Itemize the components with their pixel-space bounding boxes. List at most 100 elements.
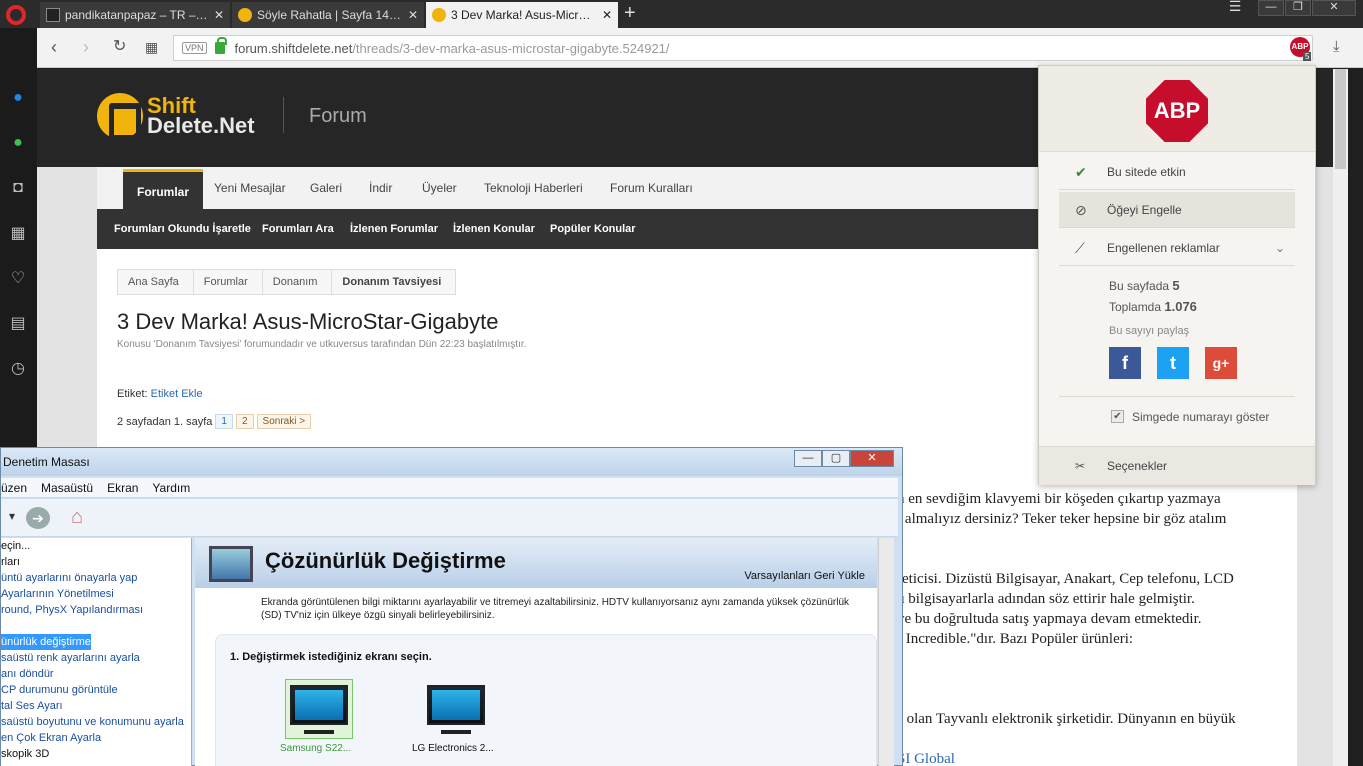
address-bar[interactable]: VPN forum.shiftdelete.net/threads/3-dev-… <box>173 35 1313 61</box>
abp-share-label: Bu sayıyı paylaş <box>1109 325 1190 337</box>
lock-icon[interactable] <box>214 37 227 54</box>
tabs-grid-icon[interactable]: ▦ <box>145 38 158 56</box>
monitor-base <box>441 730 471 734</box>
nav-uyeler[interactable]: Üyeler <box>422 167 457 209</box>
facebook-share-icon[interactable]: f <box>1109 347 1141 379</box>
next-page-link[interactable]: Sonraki > <box>256 414 312 429</box>
pagination: 2 sayfadan 1. sayfa 1 2 Sonraki > <box>117 414 312 429</box>
task-item[interactable]: tal Ses Ayarı <box>1 698 191 714</box>
task-item[interactable]: saüstü renk ayarlarını ayarla <box>1 650 191 666</box>
abp-options-row[interactable]: ✂ Seçenekler <box>1039 446 1315 485</box>
task-item[interactable]: CP durumunu görüntüle <box>1 682 191 698</box>
tab-strip: pandikatanpapaz – TR – A… ✕ Söyle Rahatl… <box>0 0 1363 28</box>
article-line: n en sevdiğim klavyemi bir köşeden çıkar… <box>897 491 1221 507</box>
forward-icon[interactable]: › <box>83 38 89 56</box>
reload-icon[interactable]: ↻ <box>113 38 126 56</box>
abp-enabled-row[interactable]: ✔ Bu sitede etkin <box>1059 154 1295 190</box>
task-item[interactable]: anı döndür <box>1 666 191 682</box>
tab-menu-icon[interactable]: ☰ <box>1222 0 1248 16</box>
new-tab-icon[interactable]: + <box>624 3 636 23</box>
nav2-ara[interactable]: Forumları Ara <box>262 209 334 249</box>
task-item[interactable]: en Çok Ekran Ayarla <box>1 730 191 746</box>
crumb-ana-sayfa[interactable]: Ana Sayfa <box>118 270 194 294</box>
speed-dial-icon[interactable]: ▦ <box>8 223 28 243</box>
task-item[interactable]: üntü ayarlarını önayarla yap <box>1 570 191 586</box>
opera-menu-icon[interactable] <box>6 5 26 25</box>
page-2-link[interactable]: 2 <box>235 414 254 429</box>
cp-maximize-button[interactable]: ▢ <box>822 450 850 467</box>
maximize-button[interactable]: ❐ <box>1285 0 1311 16</box>
monitor-samsung[interactable] <box>285 679 353 739</box>
breadcrumb: Ana Sayfa Forumlar Donanım Donanım Tavsi… <box>117 269 457 295</box>
favicon-icon <box>432 8 446 22</box>
page-scrollbar[interactable] <box>1333 69 1348 766</box>
tab-3-active[interactable]: 3 Dev Marka! Asus-MicroS… ✕ <box>426 2 618 28</box>
abp-logo: ABP <box>1146 80 1208 142</box>
nav-indir[interactable]: İndir <box>369 167 392 209</box>
download-icon[interactable]: ⤓ <box>1333 38 1340 56</box>
history-icon[interactable]: ◷ <box>8 358 28 378</box>
nav2-okundu[interactable]: Forumları Okundu İşaretle <box>114 209 251 249</box>
abp-options-label: Seçenekler <box>1107 459 1168 473</box>
nav-forumlar[interactable]: Forumlar <box>123 169 204 209</box>
twitter-share-icon[interactable]: t <box>1157 347 1189 379</box>
abp-blocked-ads-row[interactable]: ⟋ Engellenen reklamlar ⌄ <box>1059 230 1295 266</box>
article-link[interactable]: SI Global <box>897 749 1317 766</box>
cp-minimize-button[interactable]: — <box>794 450 822 467</box>
home-icon[interactable]: ⌂ <box>71 506 83 529</box>
dropdown-icon[interactable]: ▾ <box>9 509 15 523</box>
whatsapp-icon[interactable]: ● <box>8 133 28 153</box>
monitor-label-lg[interactable]: LG Electronics 2... <box>412 743 494 754</box>
abp-block-element-row[interactable]: ⊘ Öğeyi Engelle <box>1059 192 1295 228</box>
tab-1[interactable]: pandikatanpapaz – TR – A… ✕ <box>40 2 230 28</box>
restore-defaults-link[interactable]: Varsayılanları Geri Yükle <box>744 570 865 582</box>
messenger-icon[interactable]: ● <box>8 88 28 108</box>
monitor-label-samsung[interactable]: Samsung S22... <box>280 743 351 754</box>
crumb-donanim[interactable]: Donanım <box>263 270 333 294</box>
nav-teknoloji-haberleri[interactable]: Teknoloji Haberleri <box>484 167 583 209</box>
add-tag-link[interactable]: Etiket Ekle <box>151 388 203 400</box>
monitor-lg[interactable] <box>422 679 490 739</box>
nav-yeni-mesajlar[interactable]: Yeni Mesajlar <box>214 167 286 209</box>
url-host: forum.shiftdelete.net <box>234 40 353 56</box>
menu-yardim[interactable]: Yardım <box>152 481 190 495</box>
back-icon[interactable]: ‹ <box>51 38 57 56</box>
heart-icon[interactable]: ♡ <box>8 268 28 288</box>
forward-arrow-icon[interactable]: ➔ <box>26 507 50 529</box>
nav2-populer[interactable]: Popüler Konular <box>550 209 636 249</box>
vpn-badge[interactable]: VPN <box>182 42 207 54</box>
crumb-donanim-tavsiyesi[interactable]: Donanım Tavsiyesi <box>332 270 455 294</box>
scroll-thumb[interactable] <box>1335 69 1346 169</box>
news-icon[interactable]: ▤ <box>8 313 28 333</box>
tab-2[interactable]: Söyle Rahatla | Sayfa 1442 ✕ <box>232 2 424 28</box>
monitor-icon <box>290 685 348 725</box>
close-window-button[interactable]: ✕ <box>1312 0 1356 16</box>
close-tab-icon[interactable]: ✕ <box>596 8 612 22</box>
nav-forum-kurallari[interactable]: Forum Kuralları <box>610 167 693 209</box>
chevron-down-icon[interactable]: ⌄ <box>1275 230 1285 266</box>
site-logo[interactable]: Shift Delete.Net <box>97 93 255 140</box>
minimize-button[interactable]: — <box>1258 0 1284 16</box>
task-item[interactable]: round, PhysX Yapılandırması <box>1 602 191 618</box>
google-plus-share-icon[interactable]: g+ <box>1205 347 1237 379</box>
cp-scrollbar[interactable] <box>878 538 894 766</box>
show-count-checkbox[interactable]: ✔ <box>1111 410 1124 423</box>
task-item-selected[interactable]: ünürlük değiştirme <box>1 634 91 650</box>
cp-title-bar[interactable]: Denetim Masası <box>1 448 902 476</box>
show-count-label: Simgede numarayı göster <box>1132 410 1270 424</box>
task-item[interactable]: saüstü boyutunu ve konumunu ayarla <box>1 714 191 730</box>
menu-duzen[interactable]: üzen <box>1 481 27 495</box>
page-1-link[interactable]: 1 <box>215 414 233 429</box>
task-item[interactable]: Ayarlarının Yönetilmesi <box>1 586 191 602</box>
close-tab-icon[interactable]: ✕ <box>208 8 224 22</box>
cp-close-button[interactable]: ✕ <box>850 450 894 467</box>
crumb-forumlar[interactable]: Forumlar <box>194 270 263 294</box>
monitor-base <box>304 730 334 734</box>
nav-galeri[interactable]: Galeri <box>310 167 342 209</box>
close-tab-icon[interactable]: ✕ <box>402 8 418 22</box>
nav2-izlenen-konular[interactable]: İzlenen Konular <box>453 209 535 249</box>
camera-icon[interactable]: ◘ <box>8 178 28 198</box>
nav2-izlenen-forumlar[interactable]: İzlenen Forumlar <box>350 209 438 249</box>
menu-masaustu[interactable]: Masaüstü <box>41 481 93 495</box>
menu-ekran[interactable]: Ekran <box>107 481 138 495</box>
